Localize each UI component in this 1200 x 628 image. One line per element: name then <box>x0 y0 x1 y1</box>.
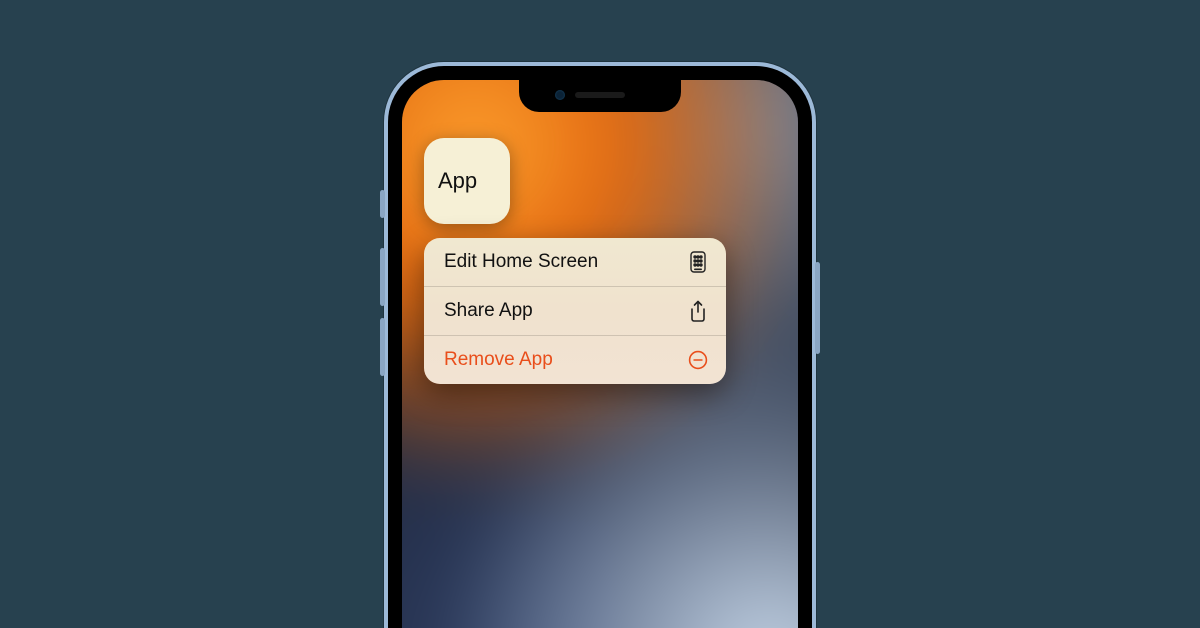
menu-item-remove-app[interactable]: Remove App <box>424 335 726 384</box>
earpiece-speaker <box>575 92 625 98</box>
display-notch <box>519 80 681 112</box>
app-icon-label: App <box>438 168 477 194</box>
menu-item-edit-home-screen[interactable]: Edit Home Screen <box>424 238 726 286</box>
app-context-menu: Edit Home Screen Share App <box>424 238 726 384</box>
menu-item-label: Remove App <box>444 349 688 371</box>
front-camera <box>555 90 565 100</box>
silence-switch <box>380 190 385 218</box>
apps-grid-icon <box>688 251 708 273</box>
phone-bezel: App Edit Home Screen <box>388 66 812 628</box>
side-power-button <box>815 262 820 354</box>
app-icon[interactable]: App <box>424 138 510 224</box>
volume-up-button <box>380 248 385 306</box>
menu-item-label: Edit Home Screen <box>444 251 688 273</box>
share-icon <box>688 300 708 322</box>
remove-minus-circle-icon <box>688 349 708 371</box>
volume-down-button <box>380 318 385 376</box>
iphone-device-frame: App Edit Home Screen <box>384 62 816 628</box>
phone-screen: App Edit Home Screen <box>402 80 798 628</box>
menu-item-label: Share App <box>444 300 688 322</box>
menu-item-share-app[interactable]: Share App <box>424 286 726 335</box>
